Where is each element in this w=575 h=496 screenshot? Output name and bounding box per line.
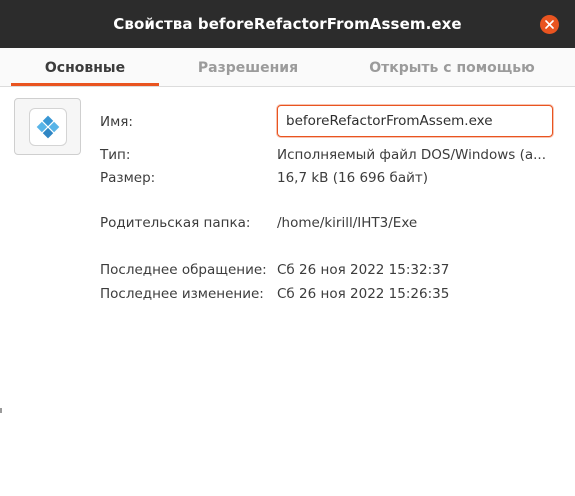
window-edge-mark — [0, 408, 2, 413]
size-label: Размер: — [100, 170, 156, 186]
size-value: 16,7 kB (16 696 байт) — [277, 170, 429, 186]
file-icon-button[interactable] — [14, 98, 81, 155]
executable-icon-frame — [28, 107, 67, 146]
active-tab-indicator — [11, 83, 159, 86]
name-label: Имя: — [100, 114, 133, 130]
tab-permissions[interactable]: Разрешения — [174, 48, 322, 86]
tab-basic[interactable]: Основные — [11, 48, 159, 86]
name-input[interactable] — [277, 105, 553, 137]
titlebar[interactable]: Свойства beforeRefactorFromAssem.exe — [0, 0, 575, 48]
executable-diamond-icon — [36, 115, 59, 138]
last-modified-value: Сб 26 ноя 2022 15:26:35 — [277, 286, 450, 302]
tab-bar: Основные Разрешения Открыть с помощью — [0, 48, 575, 87]
tab-open-with[interactable]: Открыть с помощью — [352, 48, 552, 86]
close-button[interactable] — [540, 15, 559, 34]
parent-folder-label: Родительская папка: — [100, 215, 251, 231]
parent-folder-value: /home/kirill/IHT3/Exe — [277, 215, 418, 231]
last-modified-label: Последнее изменение: — [100, 286, 264, 302]
last-accessed-label: Последнее обращение: — [100, 262, 267, 278]
type-value: Исполняемый файл DOS/Windows (a... — [277, 147, 547, 163]
window-title: Свойства beforeRefactorFromAssem.exe — [113, 15, 462, 33]
last-accessed-value: Сб 26 ноя 2022 15:32:37 — [277, 262, 450, 278]
type-label: Тип: — [100, 147, 131, 163]
properties-dialog: Свойства beforeRefactorFromAssem.exe Осн… — [0, 0, 575, 496]
close-icon — [545, 20, 554, 29]
